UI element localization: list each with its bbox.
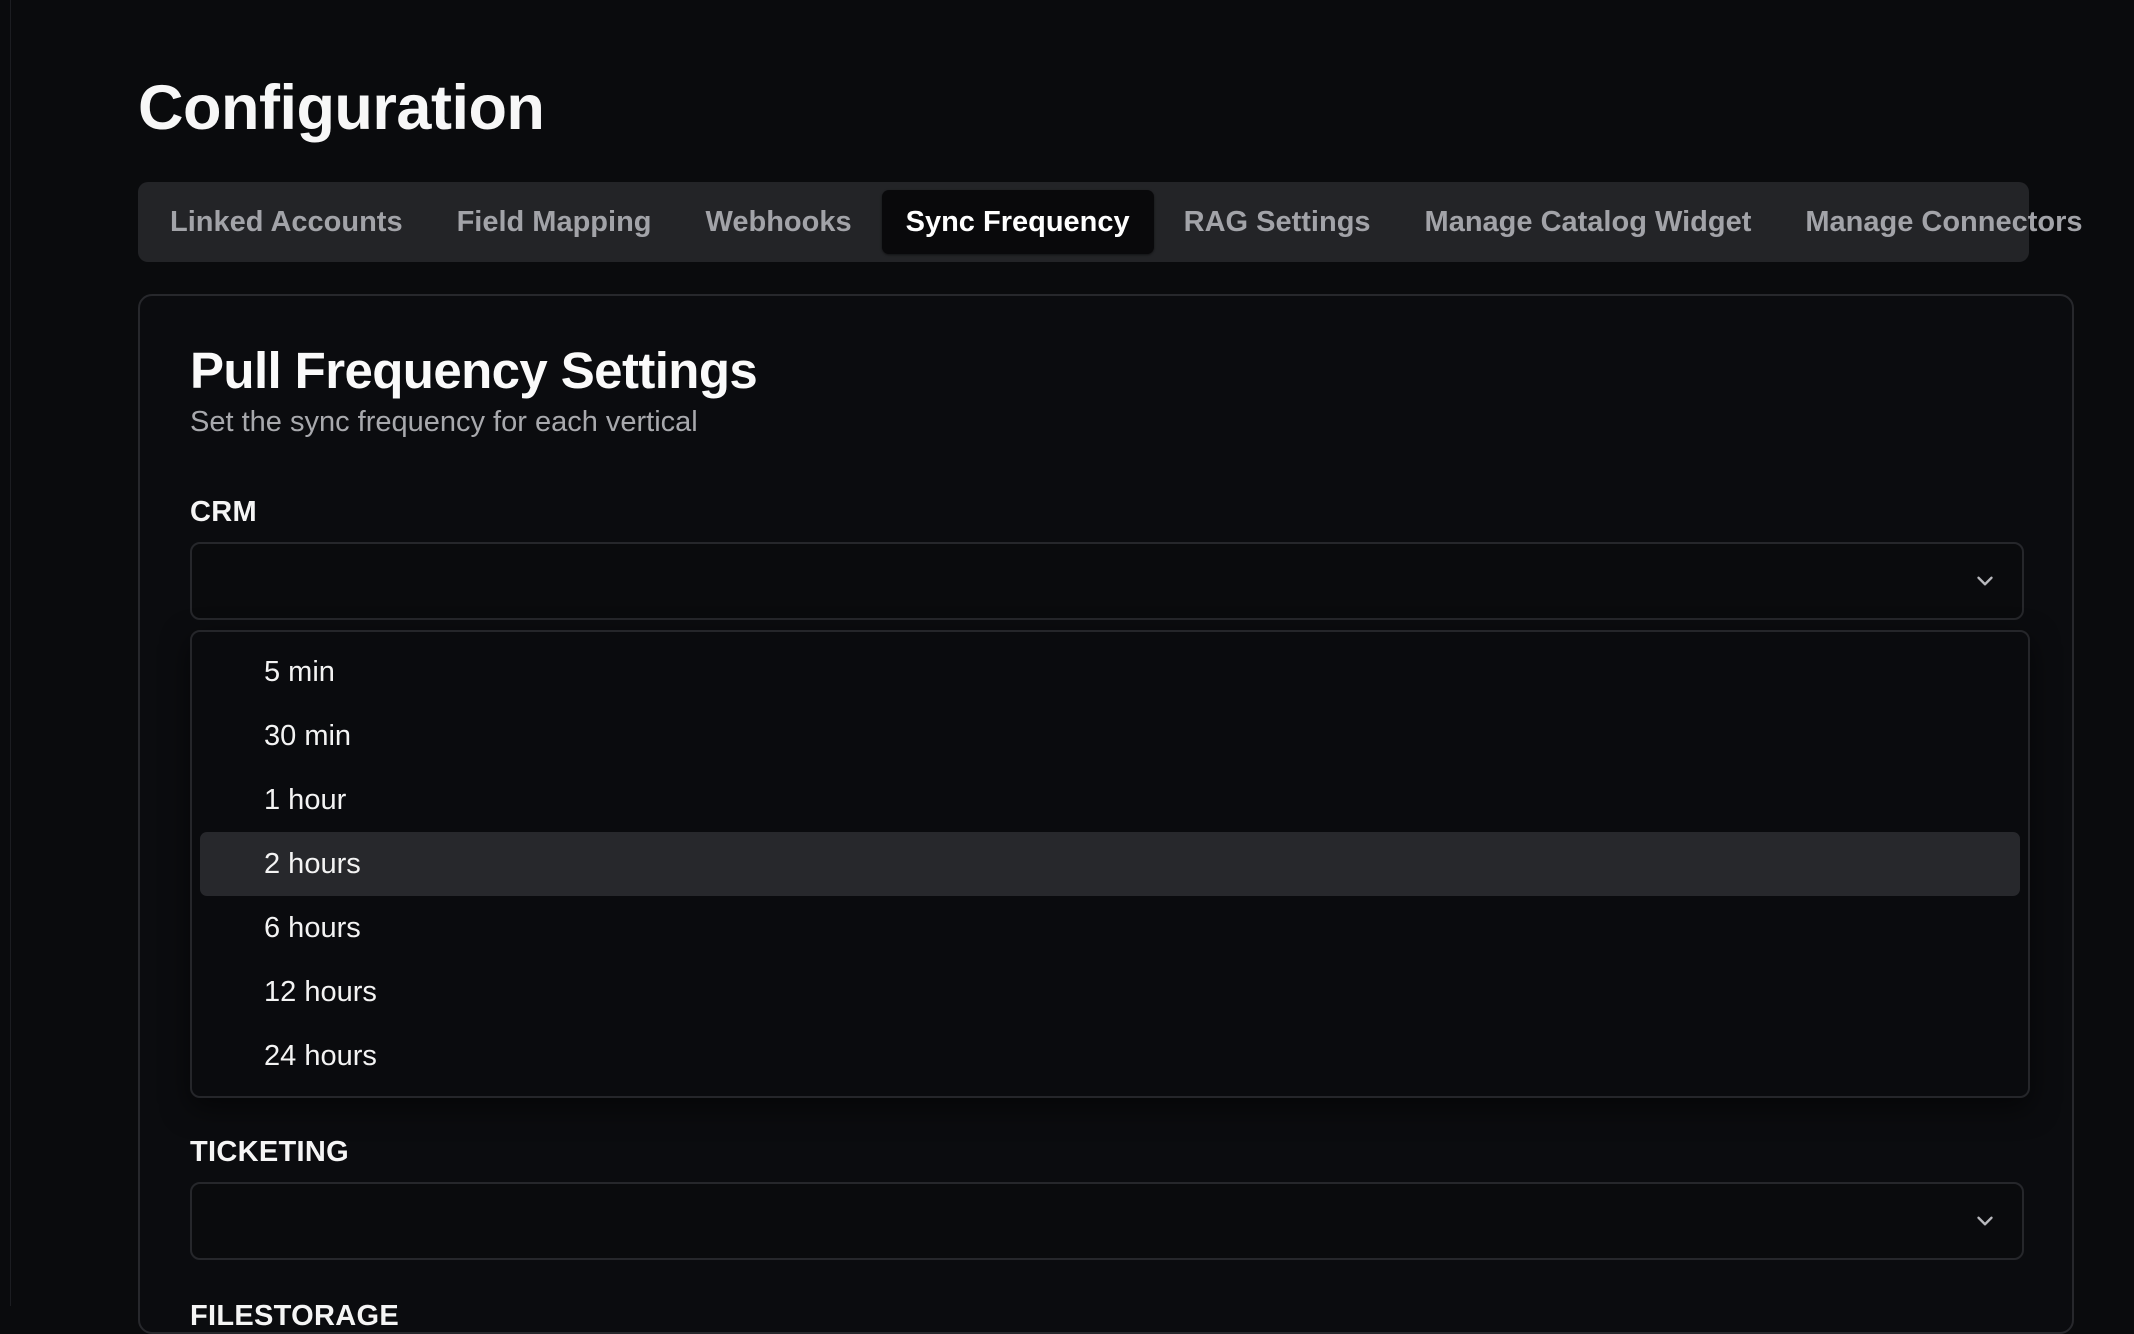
- crm-label: CRM: [190, 496, 257, 528]
- option-label: 5 min: [264, 655, 335, 688]
- option-12-hours[interactable]: 12 hours: [200, 960, 2020, 1024]
- option-24-hours[interactable]: 24 hours: [200, 1024, 2020, 1088]
- option-6-hours[interactable]: 6 hours: [200, 896, 2020, 960]
- pull-frequency-card: Pull Frequency Settings Set the sync fre…: [138, 294, 2074, 1334]
- card-title: Pull Frequency Settings: [190, 342, 758, 399]
- tab-webhooks[interactable]: Webhooks: [682, 190, 876, 254]
- tab-manage-catalog-widget[interactable]: Manage Catalog Widget: [1401, 190, 1776, 254]
- filestorage-label: FILESTORAGE: [190, 1300, 400, 1332]
- crm-frequency-dropdown: 5 min 30 min 1 hour 2 hours 6 hours 12 h…: [190, 630, 2030, 1098]
- option-label: 30 min: [264, 719, 352, 752]
- ticketing-label: TICKETING: [190, 1136, 349, 1168]
- left-sidebar-border: [0, 0, 11, 1306]
- option-5-min[interactable]: 5 min: [200, 640, 2020, 704]
- configuration-tabs: Linked Accounts Field Mapping Webhooks S…: [138, 182, 2083, 262]
- chevron-down-icon: [1977, 576, 1993, 586]
- option-2-hours[interactable]: 2 hours: [200, 832, 2020, 896]
- option-label: 6 hours: [264, 911, 361, 944]
- chevron-down-icon: [1977, 1216, 1993, 1226]
- page-title: Configuration: [138, 73, 545, 143]
- crm-frequency-select[interactable]: [190, 542, 2024, 620]
- card-subtitle: Set the sync frequency for each vertical: [190, 406, 698, 438]
- tab-field-mapping[interactable]: Field Mapping: [433, 190, 676, 254]
- option-30-min[interactable]: 30 min: [200, 704, 2020, 768]
- option-label: 2 hours: [264, 847, 361, 880]
- option-label: 1 hour: [264, 783, 347, 816]
- tab-manage-connectors[interactable]: Manage Connectors: [1781, 190, 2106, 254]
- option-1-hour[interactable]: 1 hour: [200, 768, 2020, 832]
- option-label: 24 hours: [264, 1039, 377, 1072]
- tab-rag-settings[interactable]: RAG Settings: [1160, 190, 1395, 254]
- tab-sync-frequency[interactable]: Sync Frequency: [881, 190, 1154, 254]
- option-label: 12 hours: [264, 975, 377, 1008]
- ticketing-frequency-select[interactable]: [190, 1182, 2024, 1260]
- tab-linked-accounts[interactable]: Linked Accounts: [146, 190, 427, 254]
